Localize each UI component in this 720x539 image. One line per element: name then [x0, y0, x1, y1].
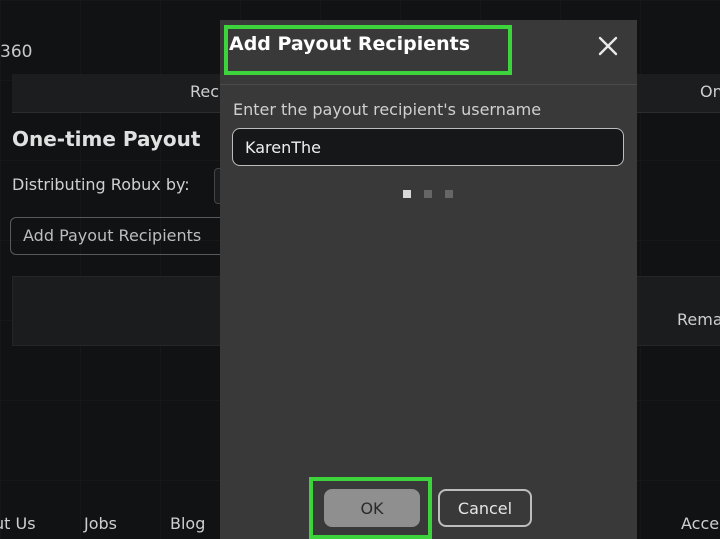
section-title: One-time Payout	[12, 127, 201, 151]
tab-one-time[interactable]: On	[700, 82, 720, 101]
username-input[interactable]	[232, 128, 624, 166]
dialog-title: Add Payout Recipients	[229, 33, 471, 55]
username-prompt: Enter the payout recipient's username	[233, 100, 542, 119]
tab-recurring[interactable]: Rec	[190, 82, 219, 101]
distributing-label: Distributing Robux by:	[12, 175, 190, 194]
remaining-label: Rema	[677, 310, 720, 329]
footer-link-blog[interactable]: Blog	[170, 514, 205, 533]
account-id: 360	[0, 42, 33, 62]
cancel-button[interactable]: Cancel	[438, 489, 532, 527]
footer-link-jobs[interactable]: Jobs	[84, 514, 117, 533]
loading-dot	[445, 190, 453, 198]
loading-dot	[403, 190, 411, 198]
add-payout-recipients-dialog: Add Payout Recipients Enter the payout r…	[220, 20, 637, 539]
add-payout-recipients-button[interactable]: Add Payout Recipients	[10, 217, 236, 255]
ok-button[interactable]: OK	[324, 489, 420, 527]
close-icon[interactable]	[596, 34, 620, 58]
loading-dot	[424, 190, 432, 198]
footer-link-account[interactable]: Acce	[681, 514, 719, 533]
footer-link-about[interactable]: ut Us	[0, 514, 36, 533]
